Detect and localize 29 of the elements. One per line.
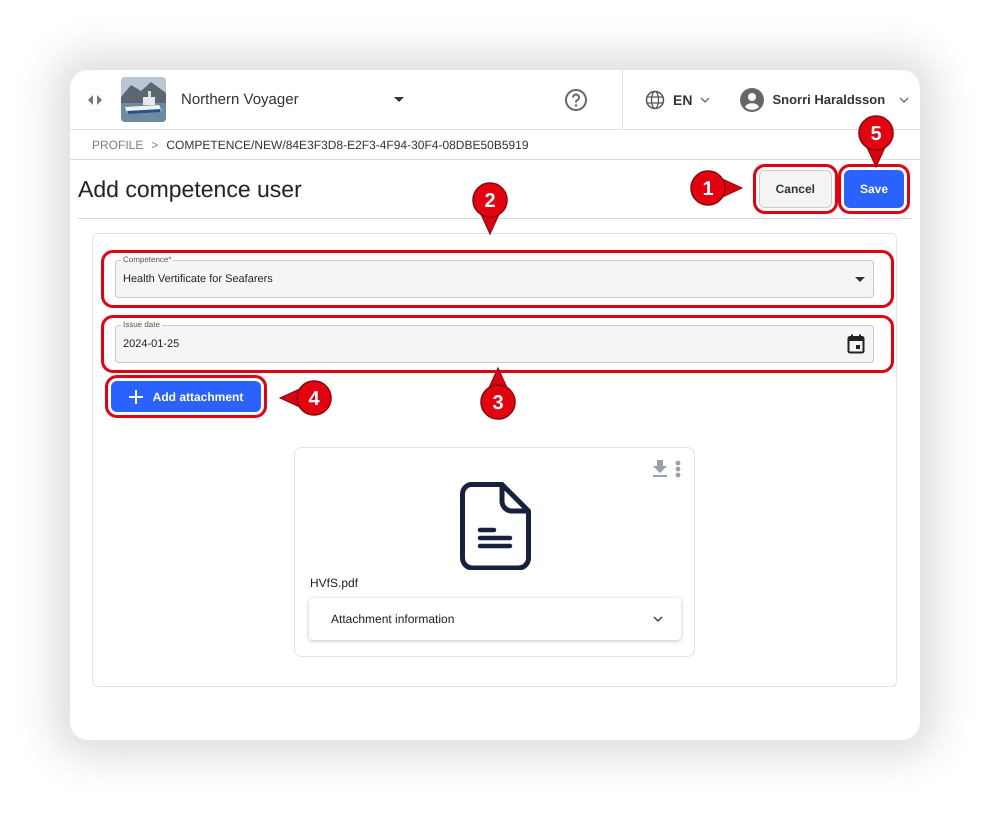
chevron-down-icon	[899, 96, 910, 102]
breadcrumb-current: COMPETENCE/NEW/84E3F3D8-E2F3-4F94-30F4-08DBE50B5919	[166, 138, 529, 152]
more-options-icon[interactable]	[675, 460, 681, 478]
breadcrumb-link[interactable]: PROFILE	[92, 138, 144, 152]
download-icon[interactable]	[653, 460, 667, 477]
save-button[interactable]: Save	[844, 170, 904, 208]
field-value: 2024-01-25	[123, 338, 180, 350]
help-icon[interactable]	[564, 88, 588, 112]
chevron-icon	[653, 616, 663, 622]
dropdown-caret-icon	[855, 276, 865, 282]
page-title: Add competence user	[78, 176, 302, 202]
field-label: Competence*	[121, 255, 174, 265]
plus-icon	[128, 390, 143, 404]
avatar-icon[interactable]	[740, 88, 764, 112]
attachment-info-accordion[interactable]: Attachment information	[309, 598, 681, 640]
language-selector[interactable]: EN	[673, 92, 692, 108]
vessel-name: Northern Voyager	[181, 91, 300, 108]
document-icon	[460, 482, 530, 570]
field-value: Health Vertificate for Seafarers	[123, 273, 274, 285]
breadcrumb-separator: >	[151, 138, 158, 152]
collapse-arrows-icon[interactable]	[87, 94, 103, 106]
calendar-icon	[847, 334, 865, 354]
user-name[interactable]: Snorri Haraldsson	[772, 92, 886, 107]
field-label: Issue date	[121, 320, 162, 330]
dropdown-caret-icon[interactable]	[394, 96, 404, 102]
add-attachment-button[interactable]: Add attachment	[111, 381, 261, 412]
globe-icon[interactable]	[645, 90, 665, 110]
chevron-down-icon	[700, 96, 710, 102]
file-name: HVfS.pdf	[310, 576, 360, 590]
